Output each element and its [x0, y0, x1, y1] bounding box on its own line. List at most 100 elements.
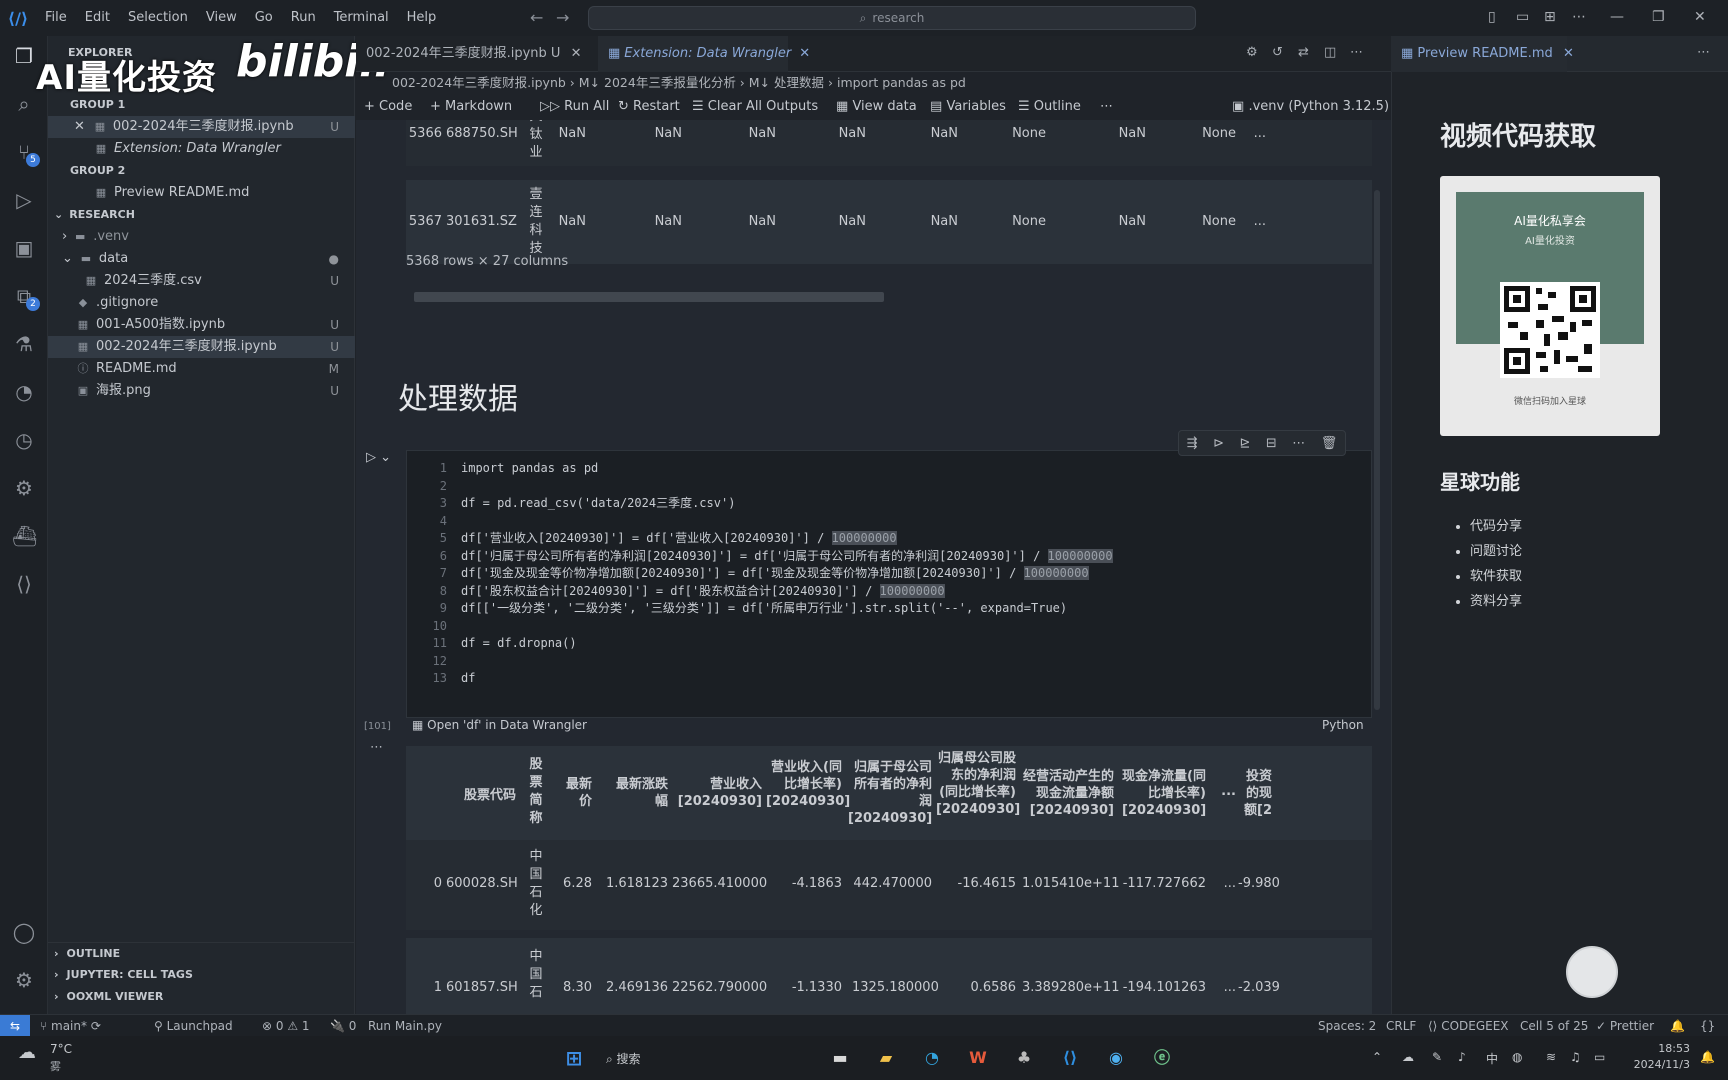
restart-button[interactable]: ↻ Restart	[618, 94, 680, 120]
run-debug-icon[interactable]: ▷	[12, 188, 36, 212]
menu-view[interactable]: View	[197, 0, 246, 36]
jupyter-icon[interactable]: ⚙	[12, 476, 36, 500]
split-cell-icon[interactable]: ⊟	[1266, 436, 1277, 451]
wps-icon[interactable]: W	[964, 1044, 992, 1072]
search-icon[interactable]: ⌕	[12, 92, 36, 116]
history-icon[interactable]: ↺	[1272, 45, 1283, 60]
outline-section[interactable]: › OUTLINE	[48, 942, 355, 964]
battery-icon[interactable]: ▭	[1594, 1050, 1605, 1064]
files-icon[interactable]: ❐	[12, 44, 36, 68]
open-editor-notebook[interactable]: ✕ ▦ 002-2024年三季度财报.ipynb U	[48, 116, 355, 138]
menu-edit[interactable]: Edit	[76, 0, 119, 36]
tree-item-csv[interactable]: ▦ 2024三季度.csv U	[48, 270, 355, 292]
more-actions-icon[interactable]: ⋯	[1697, 45, 1710, 60]
weather-icon[interactable]: ☁	[18, 1042, 36, 1063]
ooxml-section[interactable]: › OOXML VIEWER	[48, 986, 355, 1008]
tray-pen-icon[interactable]: ✎	[1432, 1050, 1442, 1064]
problems-indicator[interactable]: ⊗ 0 ⚠ 1	[262, 1015, 310, 1037]
menu-file[interactable]: File	[36, 0, 76, 36]
notification-bell-icon[interactable]: 🔔	[1700, 1050, 1715, 1064]
horizontal-scrollbar[interactable]	[414, 292, 884, 302]
output-more-icon[interactable]: ⋯	[370, 740, 383, 755]
command-center-search[interactable]: ⌕ research	[588, 6, 1196, 30]
volume-icon[interactable]: ♫	[1570, 1050, 1581, 1064]
vertical-scrollbar[interactable]	[1374, 190, 1380, 710]
open-editor-preview[interactable]: ▦ Preview README.md	[48, 182, 355, 204]
menu-help[interactable]: Help	[398, 0, 446, 36]
timeline-icon[interactable]: ◷	[12, 428, 36, 452]
variables-button[interactable]: ▤ Variables	[930, 94, 1006, 120]
extensions-icon[interactable]: ⧉ 2	[12, 284, 40, 311]
taskbar-search[interactable]: ⌕ 搜索	[606, 1050, 641, 1067]
indentation-indicator[interactable]: Spaces: 2	[1318, 1015, 1376, 1037]
toggle-panel-icon[interactable]: ▭	[1516, 9, 1529, 25]
cell-indicator[interactable]: Cell 5 of 25	[1520, 1015, 1588, 1037]
tree-item-a500[interactable]: ▦ 001-A500指数.ipynb U	[48, 314, 355, 336]
close-window-icon[interactable]: ✕	[1694, 9, 1706, 25]
breadcrumb-subsection[interactable]: M↓ 处理数据	[749, 75, 824, 90]
cell-tags-section[interactable]: › JUPYTER: CELL TAGS	[48, 964, 355, 986]
execute-above-icon[interactable]: ⊳	[1213, 436, 1224, 451]
edge-browser-icon[interactable]: ◔	[918, 1044, 946, 1072]
tree-item-venv[interactable]: › ▬ .venv	[48, 226, 355, 248]
source-control-icon[interactable]: ⑂ 5	[12, 140, 40, 167]
file-explorer-icon[interactable]: ▰	[872, 1044, 900, 1072]
menu-go[interactable]: Go	[246, 0, 282, 36]
close-icon[interactable]: ✕	[571, 46, 582, 61]
compare-icon[interactable]: ⇄	[1298, 45, 1309, 60]
tree-item-data[interactable]: ⌄ ▬ data ●	[48, 248, 355, 270]
run-all-button[interactable]: ▷▷ Run All	[540, 94, 609, 120]
app-icon[interactable]: ♣	[1010, 1044, 1038, 1072]
open-data-wrangler-link[interactable]: ▦ Open 'df' in Data Wrangler	[412, 718, 587, 732]
launchpad-item[interactable]: ⚲ Launchpad	[154, 1015, 233, 1037]
eol-indicator[interactable]: CRLF	[1386, 1015, 1416, 1037]
outline-button[interactable]: ☰ Outline	[1018, 94, 1081, 120]
cell-language[interactable]: Python	[1322, 718, 1364, 732]
code-cell[interactable]: 1 import pandas as pd 2 3 df = pd.read_csv('…	[406, 450, 1372, 718]
project-header[interactable]: ⌄ RESEARCH	[48, 204, 355, 226]
toggle-sidebar-icon[interactable]: ▯	[1488, 9, 1496, 25]
close-icon[interactable]: ✕	[74, 119, 85, 134]
ime-indicator[interactable]: 中	[1486, 1050, 1498, 1067]
restore-icon[interactable]: ❐	[1652, 9, 1665, 25]
prettier-indicator[interactable]: ✓ Prettier	[1596, 1015, 1654, 1037]
cell-more-icon[interactable]: ⋯	[1292, 436, 1305, 451]
minimize-icon[interactable]: —	[1610, 9, 1624, 25]
tab-preview-readme[interactable]: ▦ Preview README.md ✕	[1391, 36, 1574, 72]
forward-arrow-icon[interactable]: →	[556, 8, 569, 27]
run-cell-icon[interactable]: ▷ ⌄	[366, 450, 391, 465]
run-main-item[interactable]: Run Main.py	[368, 1015, 442, 1037]
back-arrow-icon[interactable]: ←	[530, 8, 543, 27]
codegeex-indicator[interactable]: ⟨⟩ CODEGEEX	[1428, 1015, 1509, 1037]
taskview-icon[interactable]: ▬	[826, 1044, 854, 1072]
delete-cell-icon[interactable]: 🗑	[1321, 436, 1338, 451]
tab-data-wrangler[interactable]: ▦ Extension: Data Wrangler ✕	[598, 36, 810, 72]
clock-date[interactable]: 2024/11/3	[1620, 1058, 1690, 1071]
account-icon[interactable]: ◯	[12, 920, 36, 944]
chrome-icon[interactable]: ◉	[1102, 1044, 1130, 1072]
tray-chevron-icon[interactable]: ⌃	[1372, 1050, 1382, 1064]
tray-cloud-icon[interactable]: ☁	[1402, 1050, 1414, 1064]
remote-explorer-icon[interactable]: ▣	[12, 236, 36, 260]
branch-indicator[interactable]: ⑂ main* ⟳	[40, 1015, 101, 1037]
more-icon[interactable]: ⋯	[1572, 9, 1586, 25]
add-markdown-button[interactable]: + Markdown	[430, 94, 512, 120]
open-editor-data-wrangler[interactable]: ▦ Extension: Data Wrangler	[48, 138, 355, 160]
testing-icon[interactable]: ⚗	[12, 332, 36, 356]
menu-run[interactable]: Run	[282, 0, 325, 36]
settings-icon[interactable]: ⚙	[1246, 45, 1258, 60]
floating-avatar[interactable]	[1566, 946, 1618, 998]
menu-selection[interactable]: Selection	[119, 0, 197, 36]
tray-mic-icon[interactable]: ♪	[1458, 1050, 1466, 1064]
notifications-icon[interactable]: 🔔	[1670, 1015, 1685, 1037]
vscode-taskbar-icon[interactable]: ⟨⟩	[1056, 1044, 1084, 1072]
clock-time[interactable]: 18:53	[1626, 1042, 1690, 1055]
close-icon[interactable]: ✕	[1563, 46, 1574, 61]
settings-gear-icon[interactable]: ⚙	[12, 968, 36, 992]
start-button-icon[interactable]: ⊞	[560, 1044, 588, 1072]
menu-terminal[interactable]: Terminal	[325, 0, 398, 36]
braces-icon[interactable]: {}	[1700, 1015, 1715, 1037]
close-icon[interactable]: ✕	[799, 46, 810, 61]
toolbar-more-icon[interactable]: ⋯	[1100, 94, 1113, 120]
kernel-picker[interactable]: ▣ .venv (Python 3.12.5)	[1232, 94, 1389, 120]
